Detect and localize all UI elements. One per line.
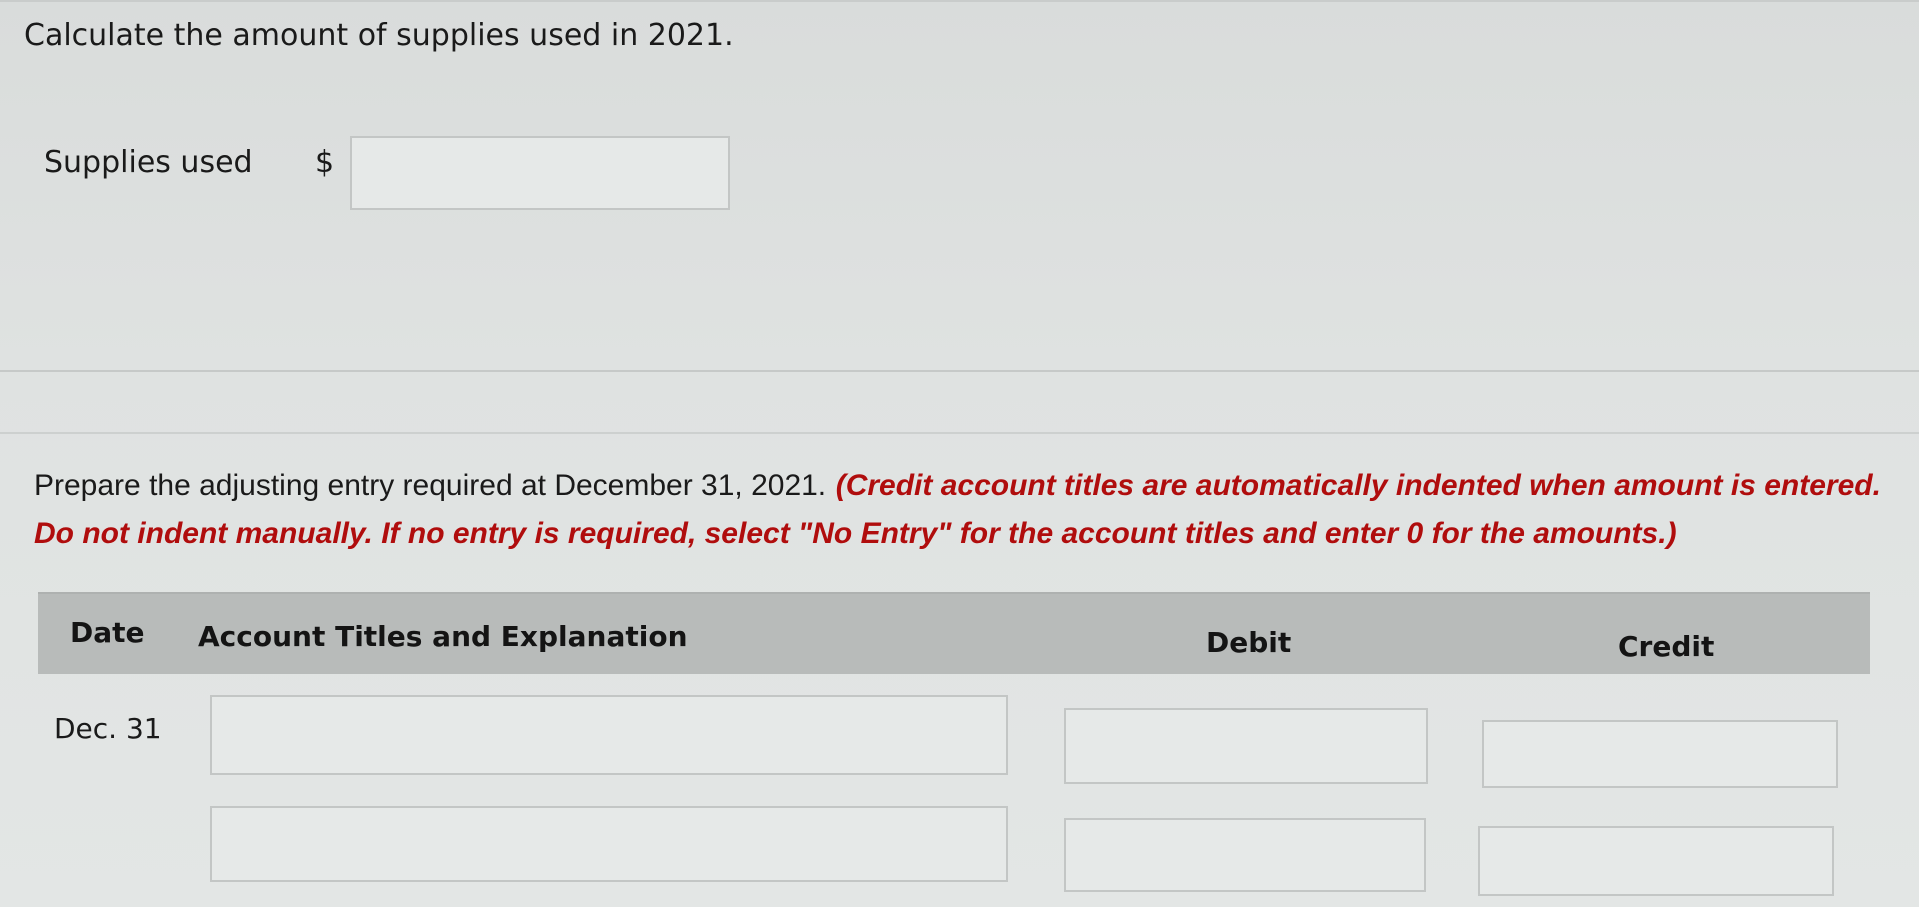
section-divider [0,370,1919,372]
credit-input-2[interactable] [1478,826,1834,896]
entry-date: Dec. 31 [54,712,162,745]
currency-symbol: $ [315,145,335,180]
debit-input-2[interactable] [1064,818,1426,892]
credit-input-1[interactable] [1482,720,1838,788]
account-title-select-1[interactable] [210,695,1008,775]
header-credit: Credit [1618,630,1715,663]
header-date: Date [70,616,145,649]
question-adjusting-entry: Prepare the adjusting entry required at … [34,462,1914,558]
account-title-select-2[interactable] [210,806,1008,882]
debit-input-1[interactable] [1064,708,1428,784]
question-text: Prepare the adjusting entry required at … [34,469,827,502]
header-account-titles: Account Titles and Explanation [198,620,688,653]
supplies-used-input[interactable] [350,136,730,210]
question-supplies-used: Calculate the amount of supplies used in… [24,18,734,53]
top-divider [0,0,1919,2]
section-divider [0,432,1919,434]
header-debit: Debit [1206,626,1292,659]
journal-table-header: Date Account Titles and Explanation Debi… [38,592,1870,674]
supplies-used-label: Supplies used [44,145,253,180]
